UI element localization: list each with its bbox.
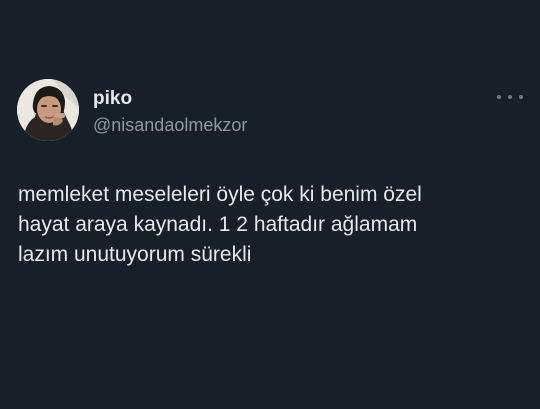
profile-photo-icon — [17, 79, 79, 141]
tweet-text-line: memleket meseleleri öyle çok ki benim öz… — [18, 183, 422, 206]
more-horizontal-icon-dot — [519, 95, 523, 99]
avatar[interactable] — [17, 79, 79, 141]
more-horizontal-icon — [497, 95, 501, 99]
author-display-name[interactable]: piko — [93, 88, 132, 110]
more-options-button[interactable] — [497, 88, 523, 106]
author-handle[interactable]: @nisandaolmekzor — [93, 114, 247, 136]
tweet-text: memleket meseleleri öyle çok ki benim öz… — [18, 180, 518, 270]
more-horizontal-icon-dot — [508, 95, 512, 99]
tweet-card: piko @nisandaolmekzor memleket meseleler… — [0, 0, 540, 409]
tweet-text-line: hayat araya kaynadı. 1 2 haftadır ağlama… — [18, 213, 418, 236]
tweet-text-line: lazım unutuyorum sürekli — [18, 243, 252, 266]
